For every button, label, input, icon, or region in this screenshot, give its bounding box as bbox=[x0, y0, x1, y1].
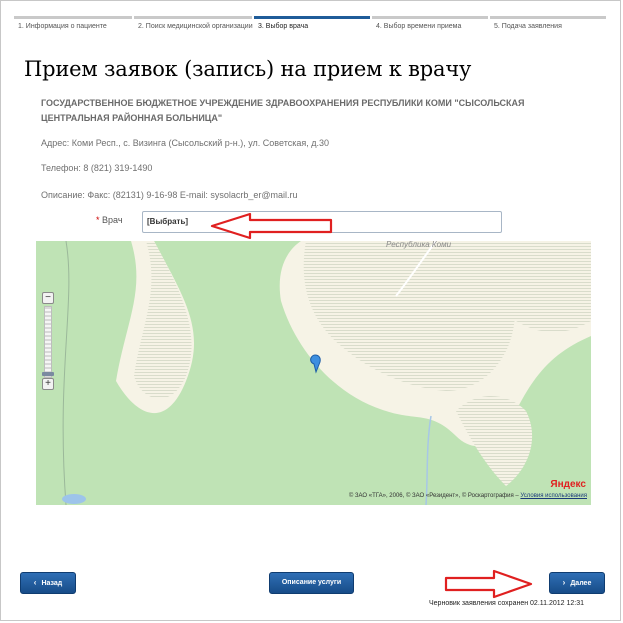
back-button-label: Назад bbox=[41, 580, 63, 587]
service-description-button[interactable]: Описание услуги bbox=[269, 572, 354, 594]
map-copyright-text: © ЗАО «ТГА», 2006, © ЗАО «Резидент», © Р… bbox=[348, 493, 519, 499]
step-patient-info[interactable]: 1. Информация о пациенте bbox=[14, 16, 132, 38]
next-button-label: Далее bbox=[570, 580, 592, 587]
draft-saved-status: Черновик заявления сохранен 02.11.2012 1… bbox=[429, 600, 585, 607]
org-address: Адрес: Коми Респ., с. Визинга (Сысольски… bbox=[41, 138, 329, 148]
map-terms-link[interactable]: Условия использования bbox=[520, 493, 587, 499]
zoom-out-button[interactable]: − bbox=[42, 292, 54, 304]
zoom-in-button[interactable]: + bbox=[42, 378, 54, 390]
annotation-arrow-right-icon bbox=[444, 569, 533, 599]
wizard-steps: 1. Информация о пациенте 2. Поиск медици… bbox=[14, 16, 606, 38]
step-org-search[interactable]: 2. Поиск медицинской организации bbox=[134, 16, 253, 38]
org-phone: Телефон: 8 (821) 319-1490 bbox=[41, 163, 153, 173]
map-zoom-control: − + bbox=[42, 292, 54, 392]
doctor-label-text: Врач bbox=[102, 215, 123, 225]
doctor-label: * Врач bbox=[96, 215, 123, 225]
step-submit[interactable]: 5. Подача заявления bbox=[490, 16, 606, 38]
next-button[interactable]: › Далее bbox=[549, 572, 605, 594]
map-region-label: Республика Коми bbox=[386, 241, 452, 249]
back-button[interactable]: ‹ Назад bbox=[20, 572, 76, 594]
map-marker-icon[interactable] bbox=[308, 354, 324, 374]
annotation-arrow-left-icon bbox=[210, 212, 333, 240]
org-name: ГОСУДАРСТВЕННОЕ БЮДЖЕТНОЕ УЧРЕЖДЕНИЕ ЗДР… bbox=[41, 98, 525, 123]
chevron-right-icon: › bbox=[562, 578, 566, 587]
map-copyright: © ЗАО «ТГА», 2006, © ЗАО «Резидент», © Р… bbox=[349, 493, 587, 499]
zoom-slider-thumb[interactable] bbox=[42, 372, 54, 376]
org-description: Описание: Факс: (82131) 9-16-98 E-mail: … bbox=[41, 190, 298, 200]
map-brand-logo: Яндекс bbox=[550, 479, 586, 490]
zoom-slider-track[interactable] bbox=[44, 306, 52, 378]
chevron-left-icon: ‹ bbox=[33, 578, 37, 587]
page-title: Прием заявок (запись) на прием к врачу bbox=[24, 57, 472, 81]
service-button-label: Описание услуги bbox=[281, 579, 342, 586]
map-view[interactable]: Республика Коми − + Яндекс © ЗАО «ТГА», … bbox=[36, 241, 591, 505]
step-doctor-select[interactable]: 3. Выбор врача bbox=[254, 16, 370, 38]
required-mark: * bbox=[96, 215, 100, 225]
step-time-select[interactable]: 4. Выбор времени приема bbox=[372, 16, 488, 38]
